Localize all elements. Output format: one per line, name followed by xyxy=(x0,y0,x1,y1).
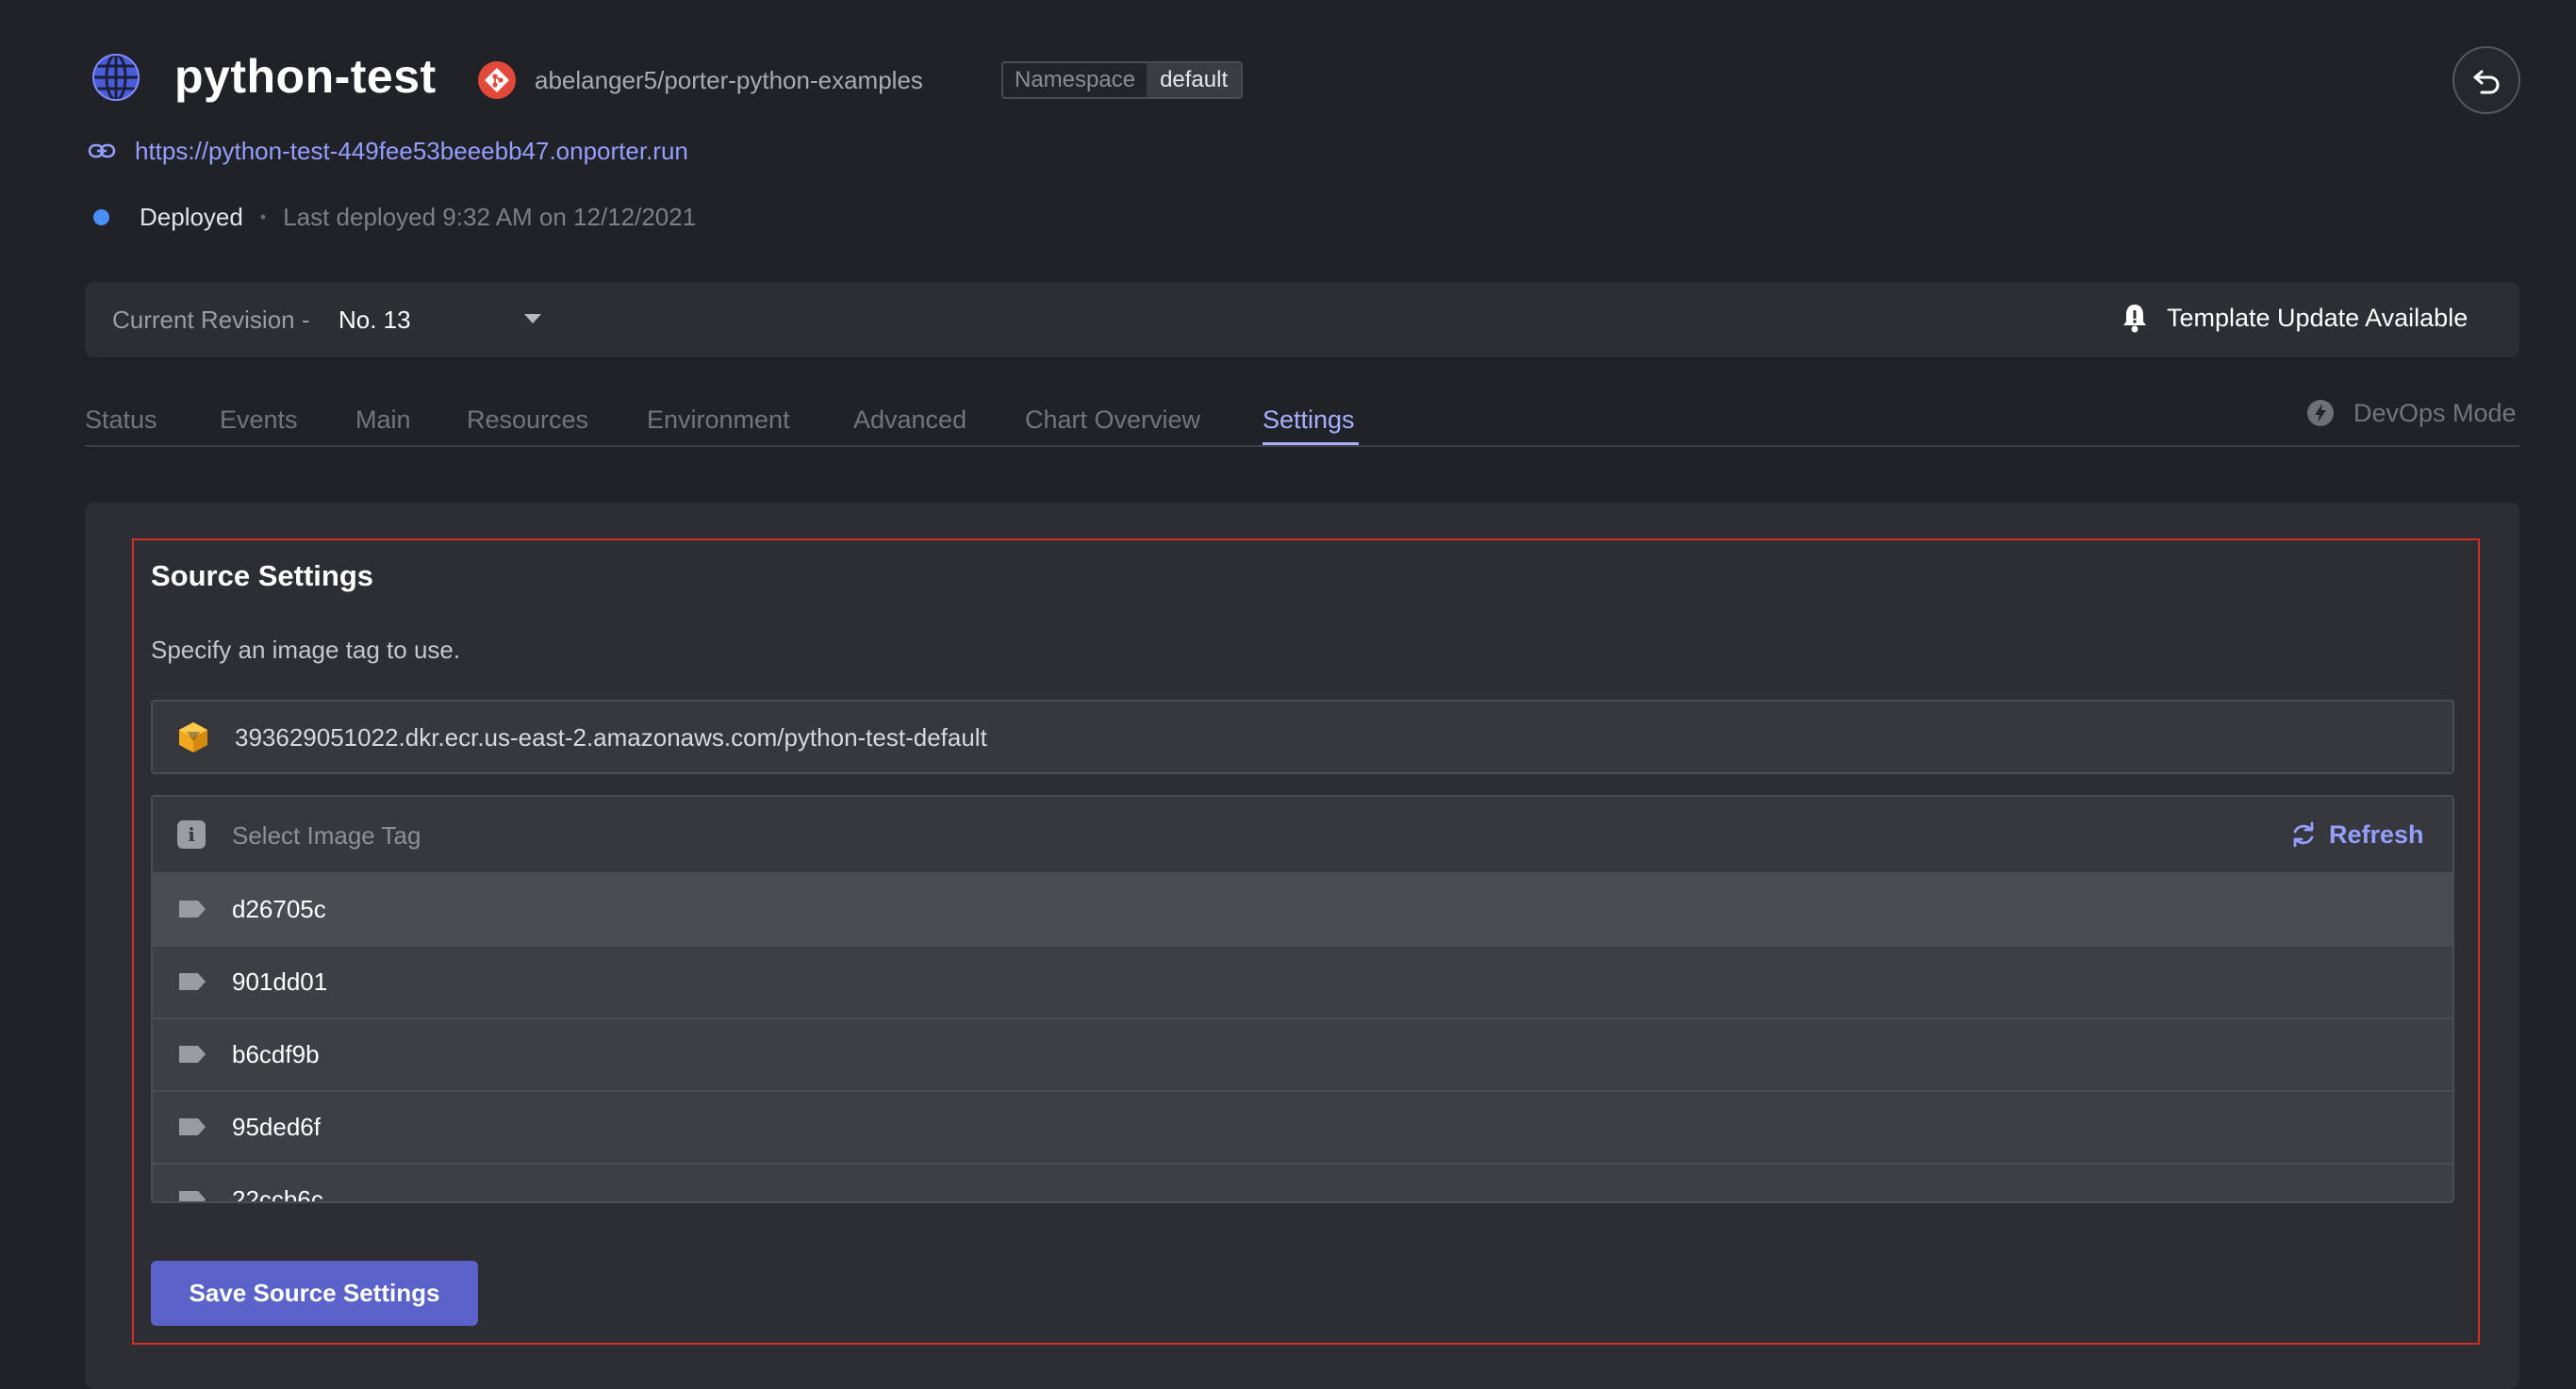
info-icon: i xyxy=(177,820,206,849)
section-help-text: Specify an image tag to use. xyxy=(151,636,461,664)
tab-resources[interactable]: Resources xyxy=(467,403,588,437)
status-dot xyxy=(93,208,109,225)
last-deployed-text: Last deployed 9:32 AM on 12/12/2021 xyxy=(283,203,697,231)
image-repo-value: 393629051022.dkr.ecr.us-east-2.amazonaws… xyxy=(235,723,987,752)
select-image-tag-placeholder: Select Image Tag xyxy=(232,821,421,850)
tab-settings[interactable]: Settings xyxy=(1263,403,1355,437)
source-settings-section: Source Settings Specify an image tag to … xyxy=(132,538,2480,1345)
app-title: python-test xyxy=(174,50,437,103)
back-button[interactable] xyxy=(2452,46,2520,114)
image-repo-field[interactable]: 393629051022.dkr.ecr.us-east-2.amazonaws… xyxy=(151,700,2454,774)
caret-down-icon[interactable] xyxy=(524,314,541,323)
devops-mode-label: DevOps Mode xyxy=(2353,399,2517,427)
tab-status[interactable]: Status xyxy=(85,403,157,437)
cube-icon xyxy=(179,722,207,752)
tag-list-item[interactable]: b6cdf9b xyxy=(153,1019,2452,1092)
tag-icon xyxy=(179,1191,206,1201)
tag-list-item[interactable]: d26705c xyxy=(153,874,2452,947)
tab-main[interactable]: Main xyxy=(355,403,411,437)
tag-name: d26705c xyxy=(232,895,326,923)
tab-events[interactable]: Events xyxy=(220,403,298,437)
bell-icon xyxy=(2123,305,2146,333)
revision-value[interactable]: No. 13 xyxy=(339,303,411,337)
tag-name: 901dd01 xyxy=(232,967,328,996)
tag-selector-header: i Select Image Tag Refresh xyxy=(153,797,2452,874)
template-update-button[interactable]: Template Update Available xyxy=(2120,299,2468,337)
refresh-icon xyxy=(2293,821,2314,848)
tag-icon xyxy=(179,1046,206,1063)
save-source-settings-button[interactable]: Save Source Settings xyxy=(151,1261,478,1326)
tab-chart-overview[interactable]: Chart Overview xyxy=(1025,403,1200,437)
tag-list-item[interactable]: 95ded6f xyxy=(153,1092,2452,1165)
status-row: Deployed • Last deployed 9:32 AM on 12/1… xyxy=(93,200,696,234)
tag-list: d26705c 901dd01 b6cdf9b 95ded6f 22ccb6c xyxy=(153,874,2452,1203)
namespace-value: default xyxy=(1147,63,1242,97)
tag-name: 22ccb6c xyxy=(232,1185,323,1203)
status-text: Deployed xyxy=(140,203,243,231)
url-row: https://python-test-449fee53beeebb47.onp… xyxy=(88,134,688,168)
active-tab-indicator xyxy=(1263,442,1359,445)
revision-bar: Current Revision - No. 13 Template Updat… xyxy=(85,282,2519,357)
tag-icon xyxy=(179,1118,206,1135)
tag-list-item[interactable]: 22ccb6c xyxy=(153,1165,2452,1203)
app-url-link[interactable]: https://python-test-449fee53beeebb47.onp… xyxy=(135,134,688,168)
git-icon xyxy=(478,61,516,99)
tab-environment[interactable]: Environment xyxy=(647,403,790,437)
back-icon xyxy=(2473,70,2500,94)
tab-bar: Status Events Main Resources Environment… xyxy=(85,397,2519,447)
namespace-badge: Namespace default xyxy=(1001,61,1244,99)
namespace-label: Namespace xyxy=(1003,63,1148,97)
tag-list-item[interactable]: 901dd01 xyxy=(153,947,2452,1019)
link-icon xyxy=(88,143,116,158)
bolt-icon xyxy=(2307,400,2334,426)
devops-mode-toggle[interactable]: DevOps Mode xyxy=(2306,396,2517,430)
tab-advanced[interactable]: Advanced xyxy=(853,403,966,437)
globe-icon xyxy=(92,53,140,102)
refresh-button[interactable]: Refresh xyxy=(2289,816,2424,853)
tag-icon xyxy=(179,973,206,990)
tag-icon xyxy=(179,901,206,918)
template-update-label: Template Update Available xyxy=(2167,304,2469,332)
status-separator: • xyxy=(259,207,267,226)
tag-name: 95ded6f xyxy=(232,1113,321,1141)
section-title: Source Settings xyxy=(151,559,373,592)
image-tag-selector: i Select Image Tag Refresh d26705c 901dd… xyxy=(151,795,2454,1203)
repo-name: abelanger5/porter-python-examples xyxy=(535,66,923,94)
tag-name: b6cdf9b xyxy=(232,1040,320,1068)
refresh-label: Refresh xyxy=(2329,820,2424,849)
revision-label: Current Revision - xyxy=(112,306,310,334)
